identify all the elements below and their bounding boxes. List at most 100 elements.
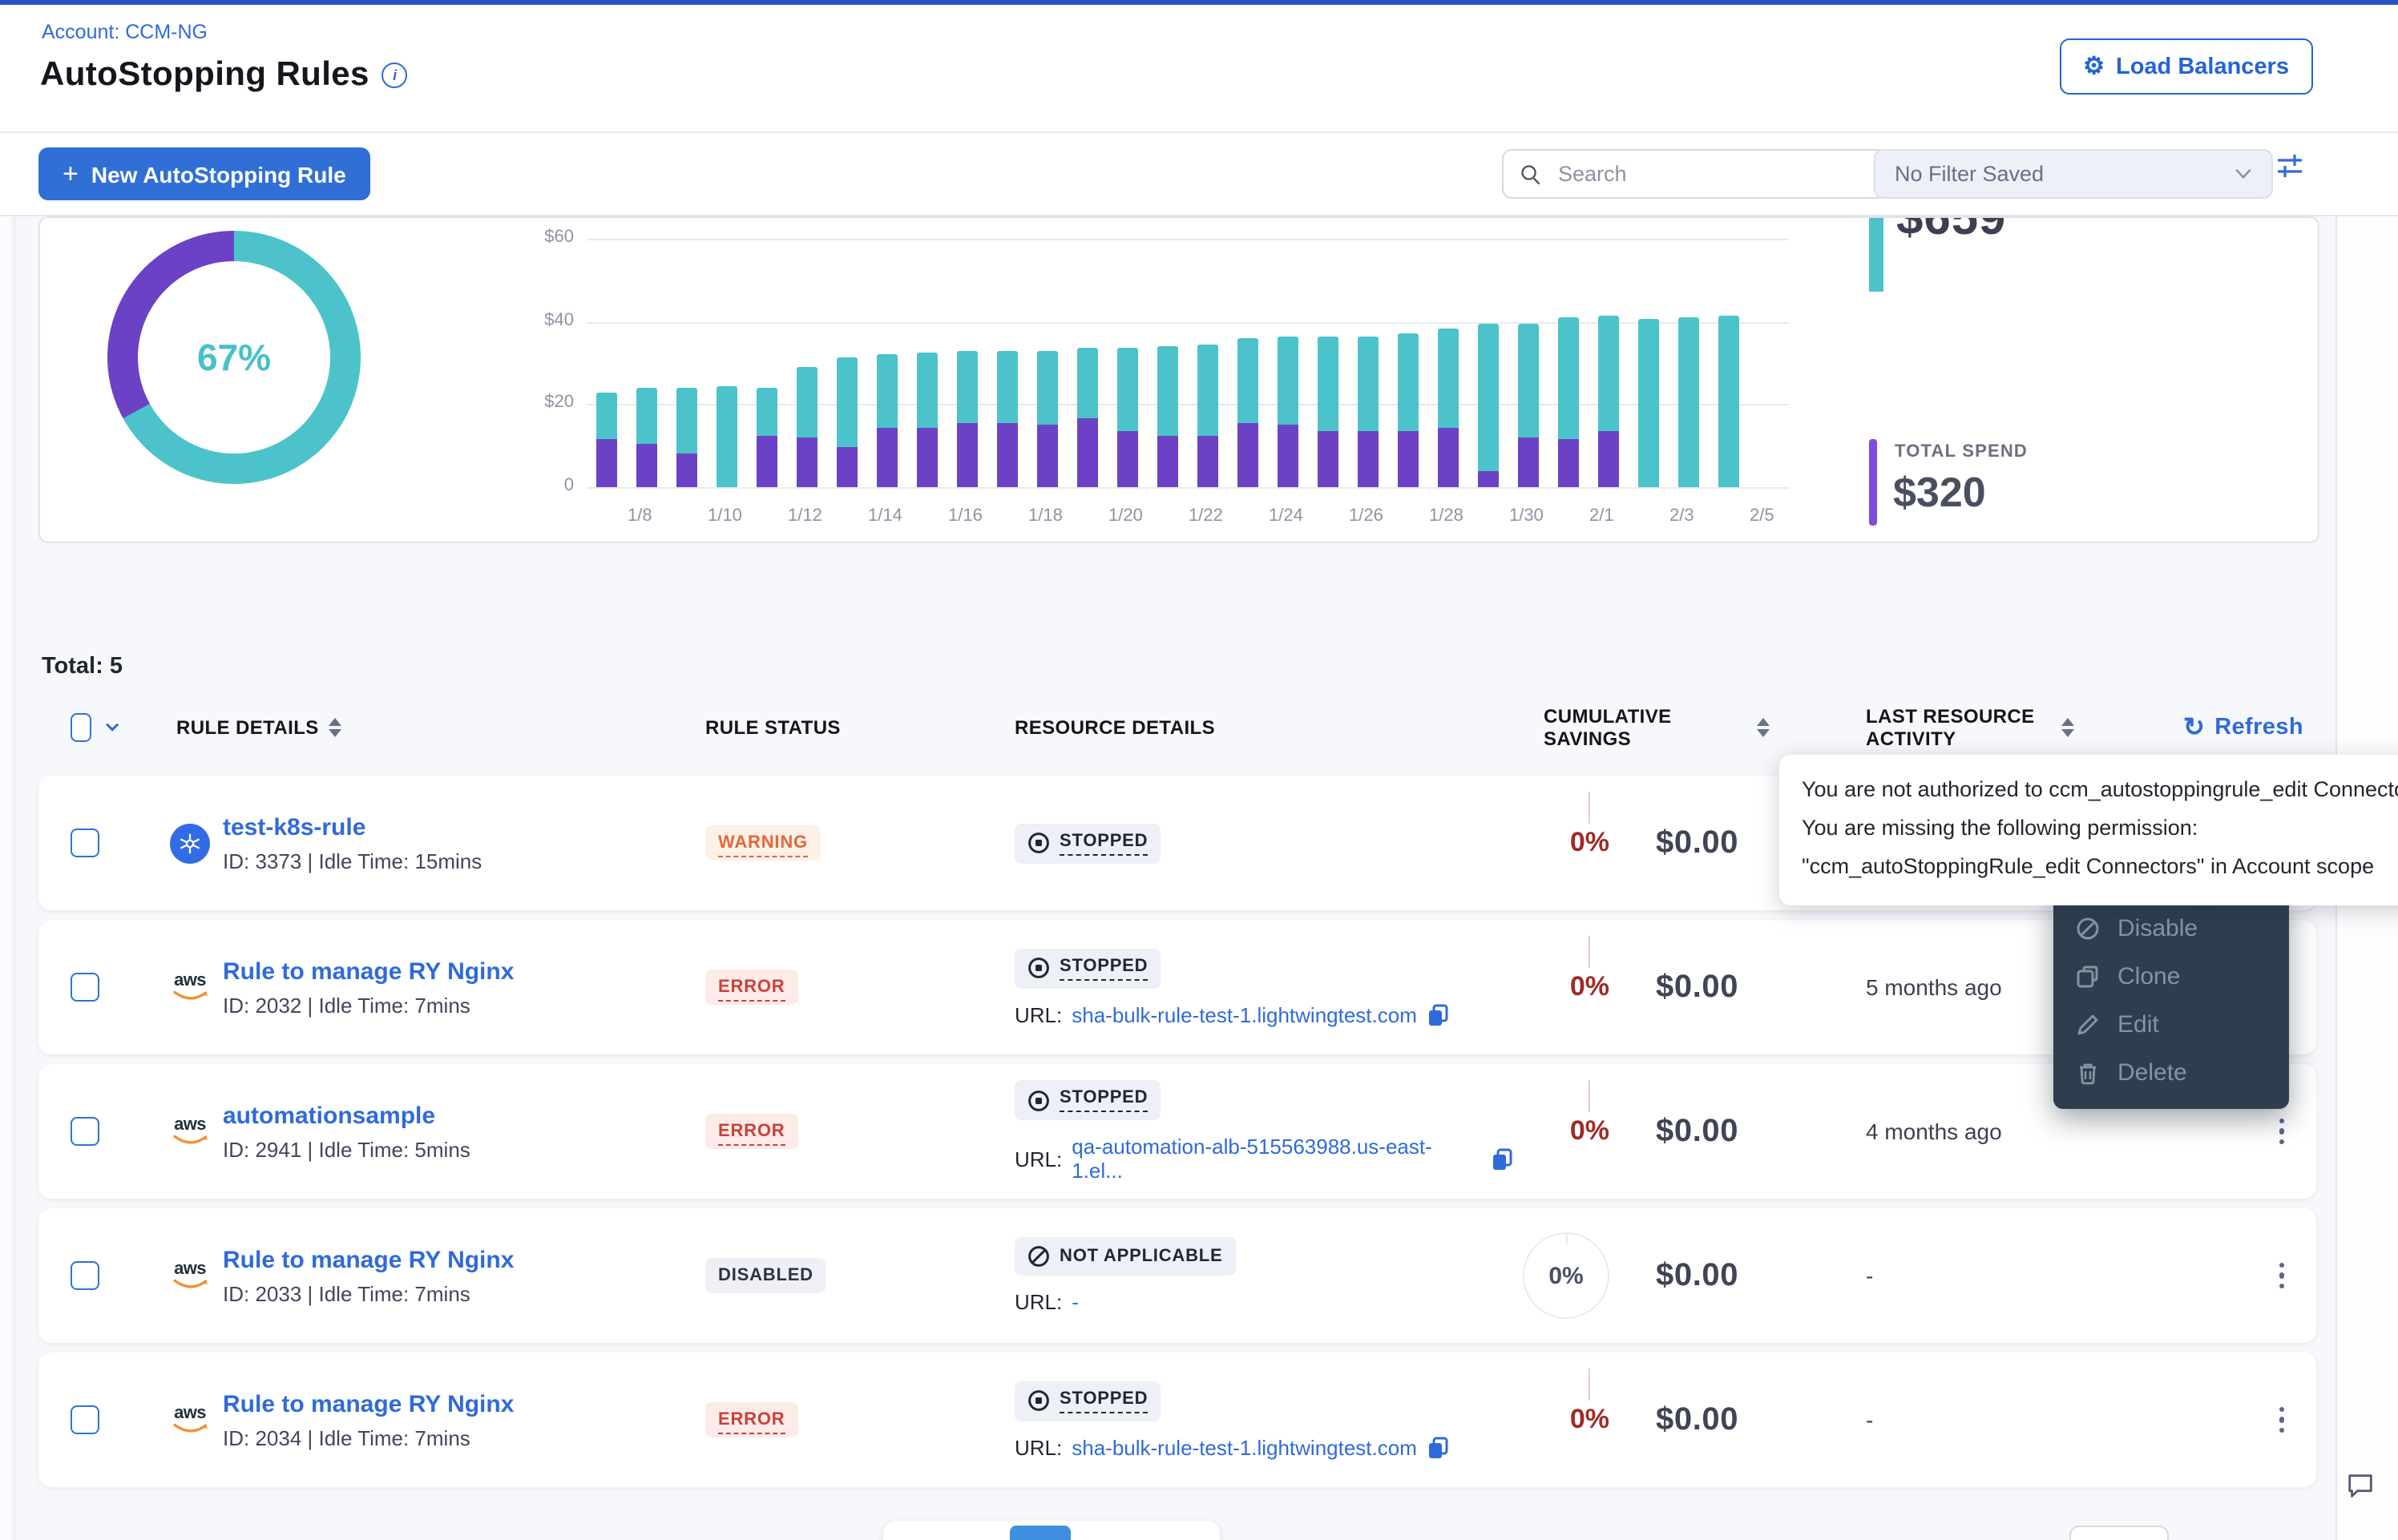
row-menu-kebab-icon[interactable] xyxy=(2272,1401,2291,1440)
table-row-Rule to manage RY Nginx: awsRule to manage RY NginxID: 2032 | Idl… xyxy=(38,920,2316,1054)
bar-1/25 xyxy=(1318,336,1338,487)
rule-status-badge[interactable]: WARNING xyxy=(705,825,821,861)
column-last-resource-activity[interactable]: LAST RESOURCE ACTIVITY xyxy=(1770,705,2074,750)
menu-item-edit[interactable]: Edit xyxy=(2053,1000,2289,1048)
gridline xyxy=(587,487,1789,489)
bar-1/11 xyxy=(757,388,777,487)
total-savings-value: $659 xyxy=(1896,216,2007,247)
resource-status-badge[interactable]: STOPPED xyxy=(1015,1080,1161,1120)
menu-item-disable[interactable]: Disable xyxy=(2053,904,2289,952)
copy-icon[interactable] xyxy=(1427,1002,1449,1026)
resource-status-badge[interactable]: STOPPED xyxy=(1015,1381,1161,1421)
row-checkbox[interactable] xyxy=(71,1405,99,1434)
row-menu-kebab-icon[interactable] xyxy=(2272,1112,2291,1151)
row-checkbox[interactable] xyxy=(71,1261,99,1290)
resource-url: URL:sha-bulk-rule-test-1.lightwingtest.c… xyxy=(1015,1002,1513,1026)
rule-name-link[interactable]: automationsample xyxy=(223,1102,470,1129)
resource-url-link[interactable]: qa-automation-alb-515563988.us-east-1.el… xyxy=(1072,1135,1481,1183)
rule-meta: ID: 3373 | Idle Time: 15mins xyxy=(223,849,482,873)
bar-1/15 xyxy=(917,353,938,487)
sort-icon[interactable] xyxy=(329,718,341,737)
last-resource-activity: 5 months ago xyxy=(1770,974,2074,1000)
breadcrumb[interactable]: Account: CCM-NG xyxy=(42,21,208,43)
gauge-tick xyxy=(1589,792,1590,824)
select-all-checkbox[interactable] xyxy=(71,713,91,742)
table-header: RULE DETAILS RULE STATUS RESOURCE DETAIL… xyxy=(38,705,2316,750)
column-cumulative-savings[interactable]: CUMULATIVE SAVINGS xyxy=(1513,705,1770,750)
pagination-bar[interactable] xyxy=(883,1521,1220,1540)
rule-name-link[interactable]: Rule to manage RY Nginx xyxy=(223,1246,514,1273)
load-balancers-button[interactable]: ⚙ Load Balancers xyxy=(2059,38,2313,95)
resource-status-badge[interactable]: STOPPED xyxy=(1015,948,1161,988)
resource-status-badge[interactable]: STOPPED xyxy=(1015,823,1161,863)
total-spend-accent-bar xyxy=(1869,439,1877,526)
rule-name-link[interactable]: test-k8s-rule xyxy=(223,813,482,841)
x-axis-tick: 2/1 xyxy=(1589,506,1614,526)
delete-icon xyxy=(2076,1060,2100,1084)
saved-filter-dropdown[interactable]: No Filter Saved xyxy=(1874,149,2273,199)
rule-meta: ID: 2034 | Idle Time: 7mins xyxy=(223,1425,514,1449)
sort-icon[interactable] xyxy=(1757,718,1770,737)
savings-amount: $0.00 xyxy=(1625,1257,1770,1294)
rule-status-badge[interactable]: ERROR xyxy=(705,1114,797,1149)
help-chat-icon[interactable] xyxy=(2345,1471,2376,1502)
clone-icon xyxy=(2076,964,2100,988)
last-resource-activity: - xyxy=(1770,1263,2074,1288)
search-input-wrap xyxy=(1502,149,1887,199)
x-axis-tick: 1/10 xyxy=(708,506,742,526)
row-checkbox[interactable] xyxy=(71,1117,99,1146)
total-spend-label: TOTAL SPEND xyxy=(1895,442,2028,462)
resource-url-link[interactable]: sha-bulk-rule-test-1.lightwingtest.com xyxy=(1072,1435,1417,1459)
filter-panel-button[interactable] xyxy=(2276,152,2303,179)
rule-status-badge[interactable]: DISABLED xyxy=(705,1258,826,1293)
new-autostopping-rule-button[interactable]: + New AutoStopping Rule xyxy=(38,147,370,200)
summary-chart-card: 67% $60$40$2001/81/101/121/141/161/181/2… xyxy=(38,216,2319,543)
x-axis-tick: 2/5 xyxy=(1750,506,1774,526)
rule-name-link[interactable]: Rule to manage RY Nginx xyxy=(223,1390,514,1417)
table-row-automationsample: awsautomationsampleID: 2941 | Idle Time:… xyxy=(38,1064,2316,1199)
aws-icon: aws xyxy=(172,1405,208,1434)
per-page-select[interactable] xyxy=(2069,1526,2169,1540)
bar-1/22 xyxy=(1197,345,1218,487)
copy-icon[interactable] xyxy=(1427,1435,1449,1459)
autostopping-rules-page: Account: CCM-NG AutoStopping Rules i ⚙ L… xyxy=(0,0,2398,1540)
bar-1/12 xyxy=(797,367,818,487)
sort-icon[interactable] xyxy=(2061,718,2074,737)
gear-icon: ⚙ xyxy=(2083,54,2105,79)
refresh-button[interactable]: ↻ Refresh xyxy=(2183,712,2303,744)
y-axis-tick: $60 xyxy=(478,228,574,247)
bar-1/9 xyxy=(676,388,697,487)
menu-item-delete[interactable]: Delete xyxy=(2053,1048,2289,1096)
resource-url-link[interactable]: sha-bulk-rule-test-1.lightwingtest.com xyxy=(1072,1002,1417,1026)
column-rule-status: RULE STATUS xyxy=(664,716,984,739)
plus-icon: + xyxy=(63,158,79,190)
kubernetes-icon xyxy=(170,823,210,863)
copy-icon[interactable] xyxy=(1491,1147,1513,1171)
table-row-Rule to manage RY Nginx: awsRule to manage RY NginxID: 2033 | Idl… xyxy=(38,1208,2316,1343)
disable-icon xyxy=(2076,916,2100,940)
rule-name-link[interactable]: Rule to manage RY Nginx xyxy=(223,957,514,985)
row-checkbox[interactable] xyxy=(71,828,99,857)
row-checkbox[interactable] xyxy=(71,973,99,1002)
current-page-button[interactable] xyxy=(1010,1526,1071,1540)
row-menu-kebab-icon[interactable] xyxy=(2272,1256,2291,1296)
savings-percent: 0% xyxy=(1570,827,1609,857)
info-icon[interactable]: i xyxy=(382,62,408,88)
x-axis-tick: 1/14 xyxy=(868,506,902,526)
resource-url-link[interactable]: - xyxy=(1072,1290,1079,1314)
column-rule-details[interactable]: RULE DETAILS xyxy=(119,716,664,739)
select-dropdown-chevron-icon[interactable] xyxy=(106,721,119,734)
bar-1/18 xyxy=(1037,351,1058,488)
bar-1/14 xyxy=(877,355,898,487)
rule-status-badge[interactable]: ERROR xyxy=(705,1402,797,1437)
x-axis-tick: 1/12 xyxy=(788,506,822,526)
resource-status-badge[interactable]: NOT APPLICABLE xyxy=(1015,1237,1236,1276)
bar-1/31 xyxy=(1558,317,1579,487)
savings-percent: 0% xyxy=(1570,971,1609,1002)
top-accent-strip xyxy=(0,0,2398,5)
menu-item-clone[interactable]: Clone xyxy=(2053,952,2289,1000)
search-input[interactable] xyxy=(1555,160,1818,187)
bar-1/20 xyxy=(1117,349,1138,487)
table-row-Rule to manage RY Nginx: aws Rule to manage RY Nginx ID: 2034 | Idl… xyxy=(38,1353,2316,1487)
rule-status-badge[interactable]: ERROR xyxy=(705,970,797,1005)
